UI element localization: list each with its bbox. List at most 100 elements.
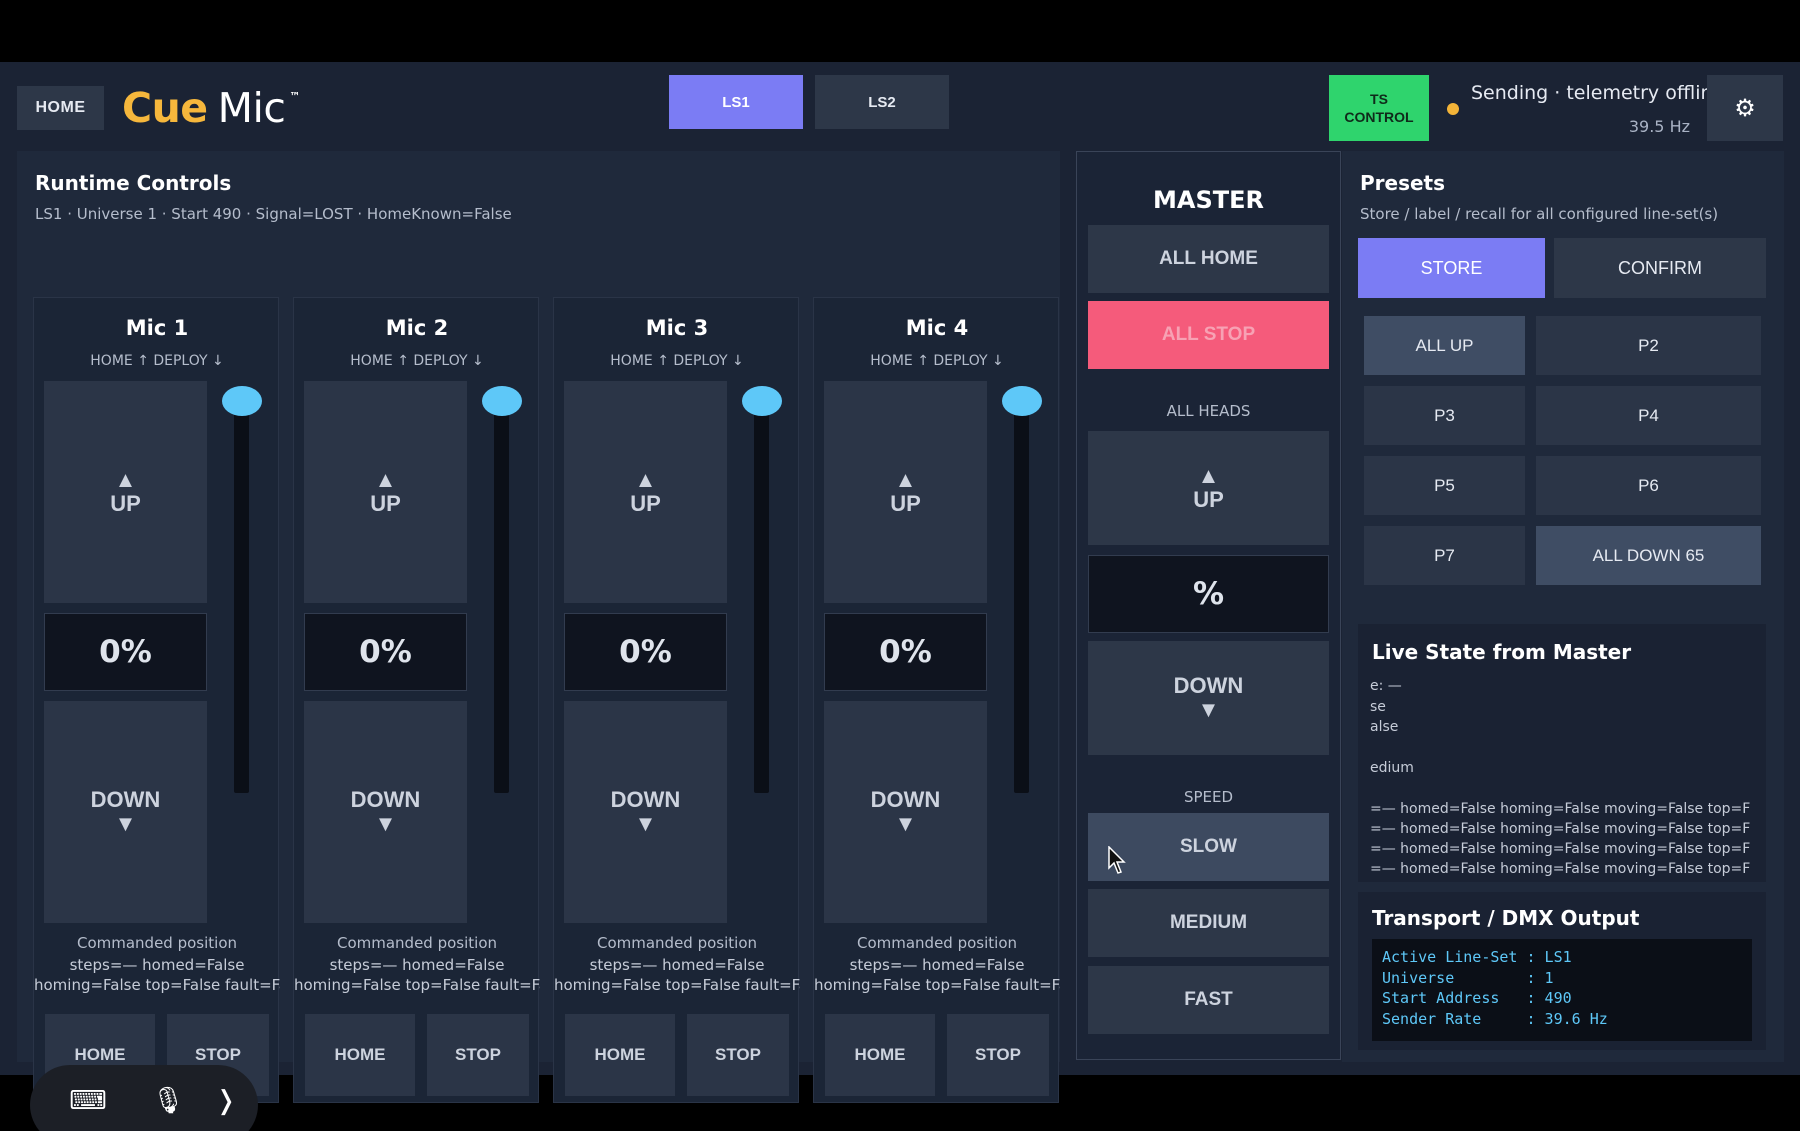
mic-flags-status: homing=False top=False fault=False [814,976,1060,994]
master-down-label: DOWN [1173,673,1244,698]
mic-down-button[interactable]: DOWN ▼ [564,701,727,923]
status-text: Sending · telemetry offline [1471,82,1725,104]
master-up-label: UP [1193,487,1224,512]
status-dot-icon [1447,103,1459,115]
mic-down-button[interactable]: DOWN ▼ [44,701,207,923]
mic-up-label: UP [110,491,141,516]
mic-home-button[interactable]: HOME [565,1014,675,1096]
mic-steps-status: steps=— homed=False [69,956,245,974]
mic-flags-status: homing=False top=False fault=False [34,976,280,994]
mic-up-button[interactable]: ▲ UP [824,381,987,603]
arrow-up-icon: ▲ [1197,463,1220,488]
logo: Cue Mic ™ [122,84,300,132]
mouse-cursor-icon [1108,846,1126,874]
mic-flags-status: homing=False top=False fault=False [294,976,540,994]
mic-position-slider[interactable] [1014,393,1029,793]
presets-panel: Presets Store / label / recall for all c… [1342,151,1784,1062]
ts-control-button[interactable]: TS CONTROL [1329,75,1429,141]
mic-slider-handle[interactable] [742,386,782,416]
mic-card-2: Mic 2 HOME ↑ DEPLOY ↓ ▲ UP 0% DOWN ▼ Com… [293,297,540,1103]
mic-down-button[interactable]: DOWN ▼ [304,701,467,923]
master-up-button[interactable]: ▲ UP [1088,431,1329,545]
mic-title: Mic 3 [645,316,709,340]
mic-home-button[interactable]: HOME [305,1014,415,1096]
live-state-line: =— homed=False homing=False moving=False… [1370,861,1751,877]
all-stop-button[interactable]: ALL STOP [1088,301,1329,369]
runtime-controls-panel: Runtime Controls LS1 · Universe 1 · Star… [17,151,1060,1103]
mic-position-readout: 0% [824,613,987,691]
mic-position-slider[interactable] [494,393,509,793]
mic-slider-handle[interactable] [1002,386,1042,416]
mic-up-label: UP [890,491,921,516]
mic-position-slider[interactable] [754,393,769,793]
preset-slot-p4[interactable]: P4 [1536,386,1761,445]
master-title: MASTER [1153,186,1264,214]
speed-fast-button[interactable]: FAST [1088,966,1329,1034]
arrow-up-icon: ▲ [114,467,137,492]
keyboard-icon[interactable]: ⌨ [68,1083,108,1119]
all-home-button[interactable]: ALL HOME [1088,225,1329,293]
mic-up-button[interactable]: ▲ UP [44,381,207,603]
arrow-down-icon: ▼ [634,811,657,836]
chevron-right-icon[interactable]: ❭ [206,1083,246,1119]
mic-position-readout: 0% [44,613,207,691]
speed-medium-button[interactable]: MEDIUM [1088,889,1329,957]
preset-slot-p6[interactable]: P6 [1536,456,1761,515]
mic-home-button[interactable]: HOME [825,1014,935,1096]
mic-commanded-label: Commanded position [596,934,758,952]
mic-card-3: Mic 3 HOME ↑ DEPLOY ↓ ▲ UP 0% DOWN ▼ Com… [553,297,800,1103]
preset-slot-all-down-65[interactable]: ALL DOWN 65 [1536,526,1761,585]
live-state-panel: Live State from Master e: — se alse ediu… [1358,624,1766,882]
mic-slider-handle[interactable] [222,386,262,416]
master-down-button[interactable]: DOWN ▼ [1088,641,1329,755]
speed-label: SPEED [1183,788,1234,806]
mic-stop-button[interactable]: STOP [947,1014,1049,1096]
home-button[interactable]: HOME [17,86,104,130]
preset-slot-p2[interactable]: P2 [1536,316,1761,375]
mic-position-slider[interactable] [234,393,249,793]
arrow-up-icon: ▲ [634,467,657,492]
preset-slot-all-up[interactable]: ALL UP [1364,316,1525,375]
microphone-icon[interactable]: 🎙 [148,1083,188,1119]
mic-commanded-label: Commanded position [336,934,498,952]
live-state-line: se [1370,699,1386,715]
store-button[interactable]: STORE [1358,238,1545,298]
app-window: HOME Cue Mic ™ LS1 LS2 TS CONTROL Sendin… [0,62,1800,1103]
preset-slot-p7[interactable]: P7 [1364,526,1525,585]
live-state-line: =— homed=False homing=False moving=False… [1370,821,1751,837]
master-panel: MASTER ALL HOME ALL STOP ALL HEADS ▲ UP … [1076,151,1341,1060]
transport-title: Transport / DMX Output [1372,906,1640,930]
mic-title: Mic 4 [905,316,969,340]
mic-up-button[interactable]: ▲ UP [564,381,727,603]
tab-ls1[interactable]: LS1 [669,75,803,129]
mic-up-label: UP [370,491,401,516]
preset-slot-p3[interactable]: P3 [1364,386,1525,445]
confirm-button[interactable]: CONFIRM [1554,238,1766,298]
mic-flags-status: homing=False top=False fault=False [554,976,800,994]
preset-slot-p5[interactable]: P5 [1364,456,1525,515]
mic-slider-handle[interactable] [482,386,522,416]
live-state-line: edium [1370,760,1414,776]
mic-position-readout: 0% [564,613,727,691]
arrow-down-icon: ▼ [1197,697,1220,722]
mic-position-readout: 0% [304,613,467,691]
live-state-line: =— homed=False homing=False moving=False… [1370,841,1751,857]
live-state-line: =— homed=False homing=False moving=False… [1370,801,1751,817]
mic-title: Mic 2 [385,316,449,340]
mic-title: Mic 1 [125,316,189,340]
arrow-up-icon: ▲ [374,467,397,492]
runtime-subtitle: LS1 · Universe 1 · Start 490 · Signal=LO… [35,205,512,223]
mic-stop-button[interactable]: STOP [427,1014,529,1096]
mic-up-label: UP [630,491,661,516]
settings-button[interactable]: ⚙ [1707,75,1783,141]
mic-steps-status: steps=— homed=False [849,956,1025,974]
mic-up-button[interactable]: ▲ UP [304,381,467,603]
master-position-readout: % [1088,555,1329,633]
mic-down-button[interactable]: DOWN ▼ [824,701,987,923]
mic-stop-button[interactable]: STOP [687,1014,789,1096]
ts-control-line1: TS [1370,91,1388,107]
mic-home-deploy-legend: HOME ↑ DEPLOY ↓ [90,353,224,369]
status-hz: 39.5 Hz [1628,117,1690,136]
arrow-down-icon: ▼ [374,811,397,836]
tab-ls2[interactable]: LS2 [815,75,949,129]
